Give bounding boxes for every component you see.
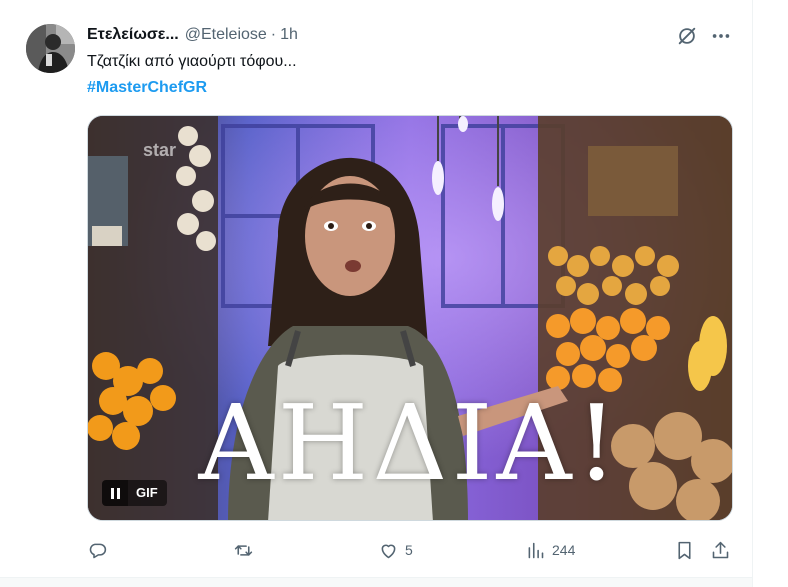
bookmark-button[interactable] (674, 536, 695, 564)
tweet-header: Ετελείωσε... @Eteleiose · 1h (87, 24, 298, 46)
gif-controls: GIF (102, 480, 167, 506)
avatar[interactable] (26, 24, 75, 73)
gif-badge: GIF (128, 480, 167, 506)
tweet-text: Τζατζίκι από γιαούρτι τόφου... (87, 53, 297, 70)
views-count: 244 (552, 542, 576, 558)
retweet-button[interactable] (233, 536, 260, 564)
column-divider (752, 0, 753, 587)
like-button[interactable]: 5 (378, 536, 413, 564)
analytics-bars-icon (528, 542, 544, 558)
views-button[interactable]: 244 (525, 536, 575, 564)
pause-icon (110, 487, 114, 499)
avatar-photo (26, 24, 75, 73)
like-count: 5 (405, 542, 413, 558)
user-handle[interactable]: @Eteleiose (185, 26, 267, 44)
share-button[interactable] (710, 536, 731, 564)
display-name[interactable]: Ετελείωσε... (87, 26, 179, 44)
next-tweet-edge (0, 578, 752, 587)
bookmark-icon (678, 541, 691, 559)
header-separator: · (270, 26, 277, 43)
pause-icon-bar (116, 487, 120, 499)
timestamp[interactable]: 1h (280, 26, 298, 44)
svg-text:star: star (143, 140, 176, 160)
pause-button[interactable] (102, 480, 128, 506)
more-dots-icon[interactable] (710, 25, 732, 47)
tweet-actions: 5 244 (87, 536, 733, 564)
gif-media[interactable]: star ΑΗΔΙΑ! GIF (87, 115, 733, 521)
reply-button[interactable] (87, 536, 114, 564)
heart-icon (381, 544, 396, 558)
retweet-icon (234, 544, 253, 556)
gif-caption: ΑΗΔΙΑ! (198, 382, 622, 504)
share-upload-icon (712, 541, 729, 558)
grok-icon[interactable] (676, 25, 698, 47)
hashtag-link[interactable]: #MasterChefGR (87, 77, 207, 99)
reply-bubble-icon (89, 543, 107, 558)
